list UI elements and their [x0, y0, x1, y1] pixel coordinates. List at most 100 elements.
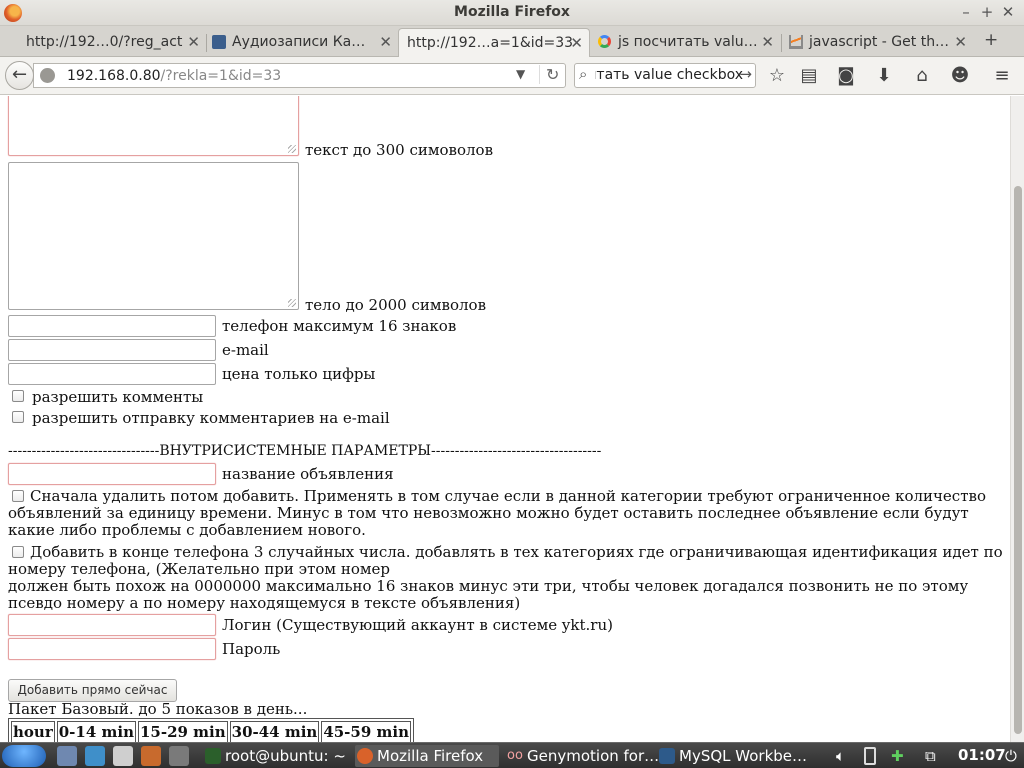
- back-arrow-icon: ←: [11, 64, 28, 85]
- email-label: e-mail: [222, 341, 269, 359]
- close-window-icon[interactable]: ✕: [998, 3, 1018, 21]
- task-terminal[interactable]: root@ubuntu: ~: [203, 745, 346, 767]
- price-input[interactable]: [8, 363, 216, 385]
- window-switcher-icon[interactable]: [169, 746, 189, 766]
- task-label: root@ubuntu: ~: [225, 747, 346, 765]
- login-input[interactable]: [8, 614, 216, 636]
- menu-hamburger-icon[interactable]: ≡: [990, 64, 1014, 88]
- url-bar[interactable]: 192.168.0.80/?rekla=1&id=33 ▼ ↻: [33, 63, 566, 88]
- url-text[interactable]: 192.168.0.80/?rekla=1&id=33: [67, 68, 281, 84]
- pocket-icon[interactable]: ◙: [834, 64, 858, 88]
- search-icon: ⌕: [579, 65, 588, 83]
- login-label: Логин (Существующий аккаунт в системе yk…: [222, 616, 613, 634]
- reload-icon[interactable]: ↻: [539, 65, 559, 84]
- short-text-textarea[interactable]: [8, 96, 299, 156]
- resize-grip-icon[interactable]: [288, 299, 296, 307]
- firefox-icon: [357, 748, 373, 764]
- tab-current[interactable]: http://192…a=1&id=33 ✕: [398, 28, 590, 57]
- page-content: текст до 300 симоволов тело до 2000 симв…: [0, 96, 1010, 742]
- phone-label: телефон максимум 16 знаков: [222, 317, 457, 335]
- phone-random-option: Добавить в конце телефона 3 случайных чи…: [8, 544, 1003, 612]
- network-plus-icon[interactable]: ✚: [891, 747, 904, 765]
- url-history-dropdown-icon[interactable]: ▼: [516, 67, 525, 81]
- package-text: Пакет Базовый. до 5 показов в день...: [8, 700, 308, 718]
- downloads-icon[interactable]: ⬇: [872, 64, 896, 88]
- password-input[interactable]: [8, 638, 216, 660]
- task-label: Genymotion for…: [527, 747, 660, 765]
- task-label: MySQL Workbe…: [679, 747, 808, 765]
- tab-google-search[interactable]: js посчитать valu… ✕: [594, 28, 780, 57]
- control-panel-icon[interactable]: [85, 746, 105, 766]
- volume-icon[interactable]: 🔈︎: [836, 747, 845, 765]
- ad-name-label: название объявления: [222, 465, 394, 483]
- back-button[interactable]: ←: [5, 61, 34, 90]
- clock[interactable]: 01:07: [958, 746, 1006, 764]
- price-label: цена только цифры: [222, 365, 376, 383]
- navigation-toolbar: 192.168.0.80/?rekla=1&id=33 ▼ ↻ ← ⌕ js п…: [0, 57, 1024, 95]
- start-menu-icon[interactable]: [2, 745, 46, 767]
- scrollbar-thumb[interactable]: [1014, 186, 1022, 734]
- table-header-0-14: 0-14 min: [56, 721, 136, 742]
- table-header-45-59: 45-59 min: [321, 721, 411, 742]
- tab-label: javascript - Get th…: [809, 34, 950, 50]
- tab-strip: http://192…0/?reg_act ✕ Аудиозаписи Ка… …: [0, 26, 1024, 57]
- display-icon[interactable]: ⧉: [925, 747, 936, 765]
- task-label: Mozilla Firefox: [377, 747, 484, 765]
- resize-grip-icon[interactable]: [288, 145, 296, 153]
- tab-close-icon[interactable]: ✕: [954, 33, 967, 51]
- tab-reg-act[interactable]: http://192…0/?reg_act ✕: [2, 28, 206, 57]
- allow-comments-checkbox[interactable]: [12, 390, 24, 402]
- text-editor-icon[interactable]: [113, 746, 133, 766]
- tab-close-icon[interactable]: ✕: [187, 33, 200, 51]
- search-go-icon[interactable]: →: [739, 65, 752, 83]
- email-input[interactable]: [8, 339, 216, 361]
- internal-params-divider: --------------------------------ВНУТРИСИ…: [8, 443, 602, 459]
- short-text-label: текст до 300 симоволов: [305, 141, 494, 159]
- table-header-30-44: 30-44 min: [229, 721, 320, 742]
- ad-name-input[interactable]: [8, 463, 216, 485]
- delete-first-option: Сначала удалить потом добавить. Применят…: [8, 488, 1003, 539]
- allow-email-comments-checkbox[interactable]: [12, 411, 24, 423]
- add-now-button[interactable]: Добавить прямо сейчас: [8, 679, 177, 702]
- phone-random-text-2: должен быть похож на 0000000 максимально…: [8, 577, 969, 612]
- terminal-icon: [205, 748, 221, 764]
- table-row: hour 0-14 min 15-29 min 30-44 min 45-59 …: [11, 721, 411, 742]
- hello-chat-icon[interactable]: ☻: [948, 64, 972, 88]
- delete-first-checkbox[interactable]: [12, 490, 24, 502]
- maximize-icon[interactable]: +: [977, 3, 997, 21]
- battery-icon[interactable]: [864, 747, 876, 765]
- search-bar[interactable]: ⌕ js посчитать value checkbox →: [574, 63, 756, 88]
- minimize-icon[interactable]: –: [956, 3, 976, 21]
- window-title: Mozilla Firefox: [454, 4, 570, 20]
- new-tab-icon[interactable]: +: [984, 30, 998, 50]
- genymotion-icon: oo: [507, 748, 523, 763]
- blank-page-icon: [6, 35, 20, 49]
- table-header-15-29: 15-29 min: [137, 721, 228, 742]
- file-manager-icon[interactable]: [57, 746, 77, 766]
- tab-close-icon[interactable]: ✕: [570, 34, 583, 52]
- tab-close-icon[interactable]: ✕: [761, 33, 774, 51]
- power-icon[interactable]: ⏻: [1005, 747, 1017, 765]
- home-icon[interactable]: ⌂: [910, 64, 934, 88]
- tab-stackoverflow[interactable]: javascript - Get th… ✕: [785, 28, 973, 57]
- phone-input[interactable]: [8, 315, 216, 337]
- phone-random-text-1: Добавить в конце телефона 3 случайных чи…: [8, 543, 1003, 578]
- system-taskbar: root@ubuntu: ~ Mozilla Firefox oo Genymot…: [0, 742, 1024, 768]
- table-header-hour: hour: [11, 721, 55, 742]
- task-firefox[interactable]: Mozilla Firefox: [355, 745, 499, 767]
- page-scrollbar[interactable]: [1010, 96, 1024, 742]
- firefox-launcher-icon[interactable]: [141, 746, 161, 766]
- body-textarea[interactable]: [8, 162, 299, 310]
- task-mysql-workbench[interactable]: MySQL Workbe…: [657, 745, 807, 767]
- task-genymotion[interactable]: oo Genymotion for…: [505, 745, 659, 767]
- video-play-icon: [212, 35, 226, 49]
- delete-first-text: Сначала удалить потом добавить. Применят…: [8, 487, 986, 539]
- search-input[interactable]: js посчитать value checkbox: [595, 67, 743, 83]
- phone-random-checkbox[interactable]: [12, 546, 24, 558]
- bookmark-star-icon[interactable]: ☆: [765, 64, 789, 88]
- schedule-table: hour 0-14 min 15-29 min 30-44 min 45-59 …: [8, 718, 414, 742]
- reading-list-icon[interactable]: ▤: [797, 64, 821, 88]
- tab-close-icon[interactable]: ✕: [379, 33, 392, 51]
- tab-audio[interactable]: Аудиозаписи Ка… ✕: [208, 28, 398, 57]
- tab-label: js посчитать valu…: [618, 34, 758, 50]
